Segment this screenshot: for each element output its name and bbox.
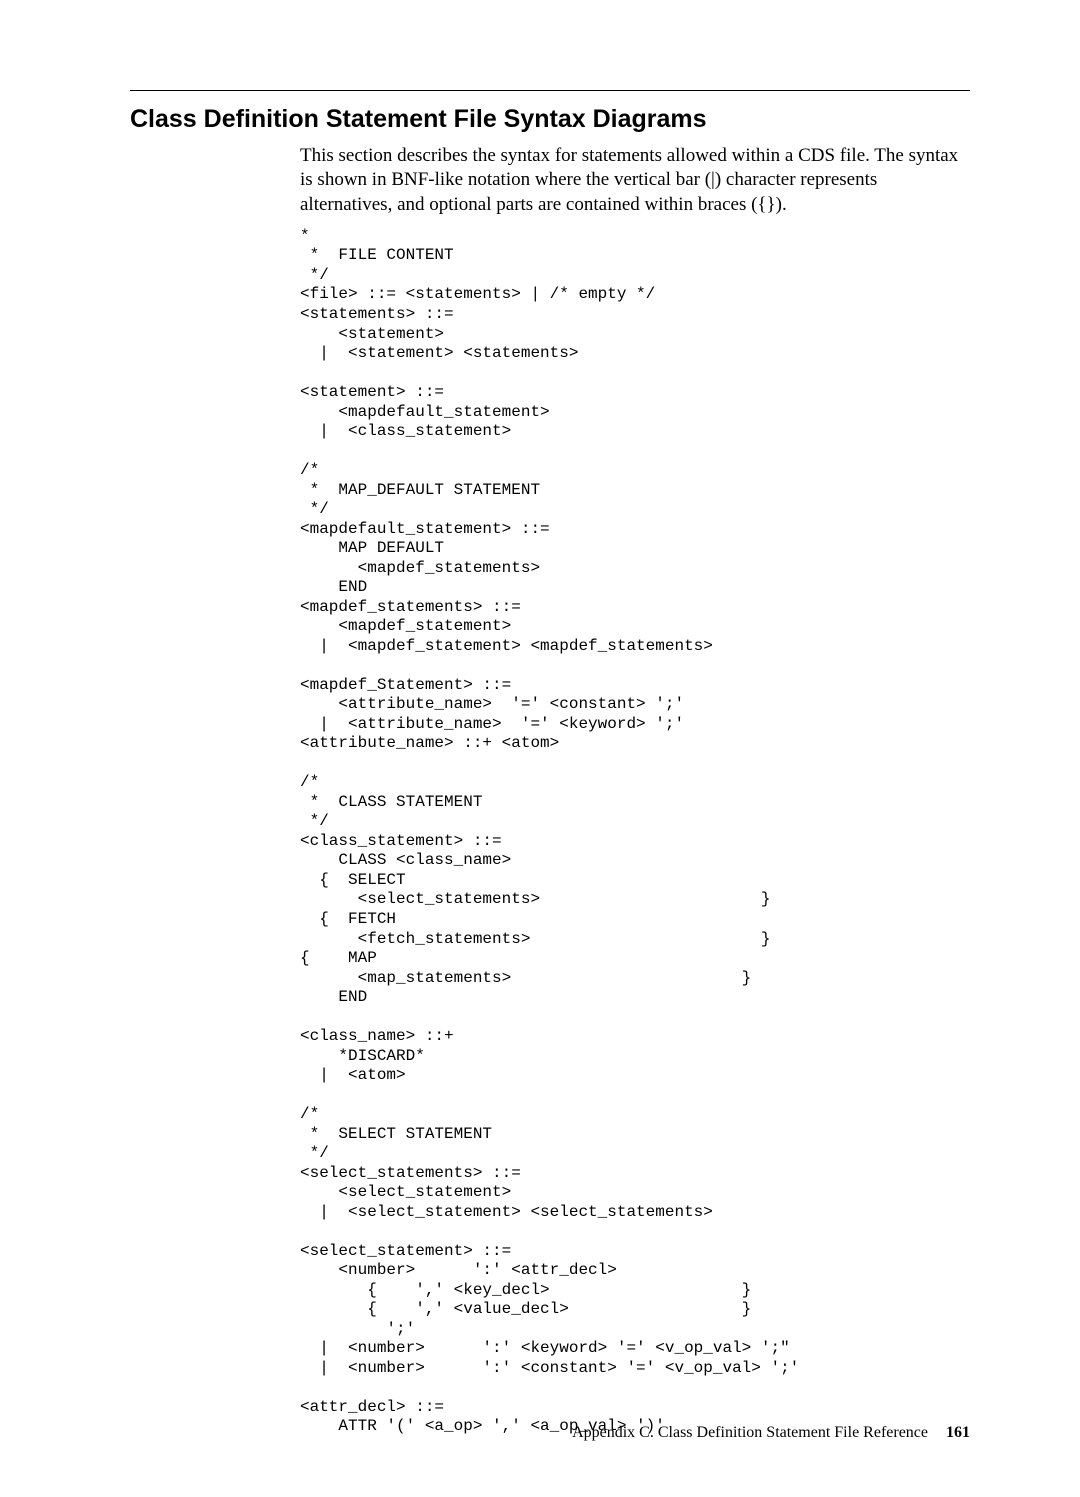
page-number: 161: [946, 1424, 970, 1441]
section-heading: Class Definition Statement File Syntax D…: [130, 105, 970, 134]
content-block: This section describes the syntax for st…: [300, 144, 970, 1437]
page: Class Definition Statement File Syntax D…: [0, 0, 1080, 1497]
footer-text: Appendix C. Class Definition Statement F…: [572, 1424, 928, 1441]
bnf-code-block: * * FILE CONTENT */ <file> ::= <statemen…: [300, 227, 970, 1437]
horizontal-rule: [130, 90, 970, 91]
page-footer: Appendix C. Class Definition Statement F…: [572, 1424, 970, 1442]
intro-paragraph: This section describes the syntax for st…: [300, 144, 970, 217]
